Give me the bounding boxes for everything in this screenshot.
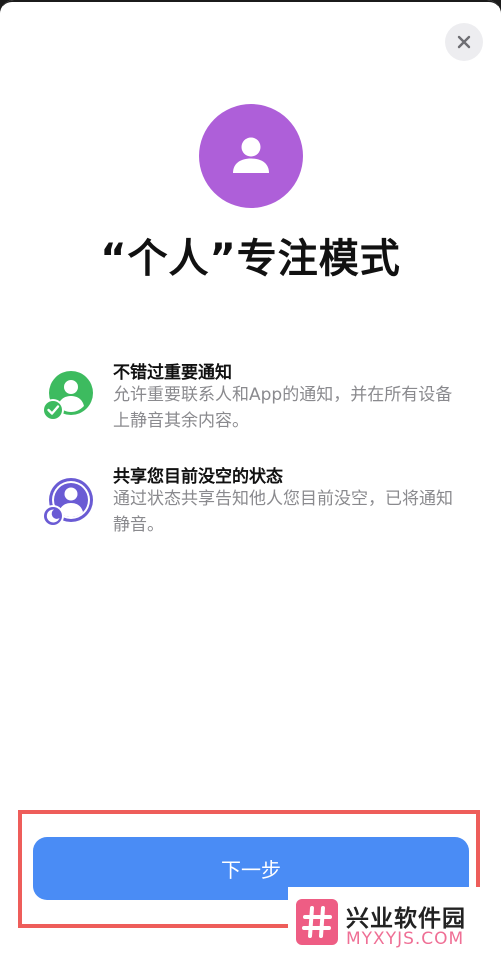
close-icon bbox=[457, 35, 471, 49]
watermark-url: MYXYJS.COM bbox=[346, 929, 465, 949]
feature-item-important-notifications: 不错过重要通知 允许重要联系人和App的通知，并在所有设备上静音其余内容。 bbox=[40, 358, 480, 448]
watermark-name: 兴业软件园 bbox=[346, 906, 466, 932]
sheet-top-edge bbox=[0, 0, 501, 14]
feature-title: 共享您目前没空的状态 bbox=[113, 467, 283, 487]
feature-description: 通过状态共享告知他人您目前没空，已将通知静音。 bbox=[113, 489, 453, 535]
close-button[interactable] bbox=[445, 23, 483, 61]
feature-item-share-status: 共享您目前没空的状态 通过状态共享告知他人您目前没空，已将通知静音。 bbox=[40, 462, 480, 552]
site-watermark: 兴业软件园 MYXYJS.COM bbox=[288, 887, 501, 962]
feature-description: 允许重要联系人和App的通知，并在所有设备上静音其余内容。 bbox=[113, 385, 453, 431]
person-moon-icon bbox=[42, 478, 93, 527]
person-checkmark-icon bbox=[42, 371, 93, 421]
person-focus-icon-badge bbox=[199, 104, 303, 208]
watermark-logo bbox=[296, 899, 338, 945]
hash-logo-icon bbox=[302, 906, 332, 938]
feature-title: 不错过重要通知 bbox=[113, 363, 232, 383]
focus-setup-sheet: “个人”专注模式 不错过重要通知 允许重要联系人和App的通知，并在所有设备上静… bbox=[0, 0, 501, 962]
page-title: “个人”专注模式 bbox=[100, 236, 401, 282]
person-icon bbox=[233, 137, 269, 173]
